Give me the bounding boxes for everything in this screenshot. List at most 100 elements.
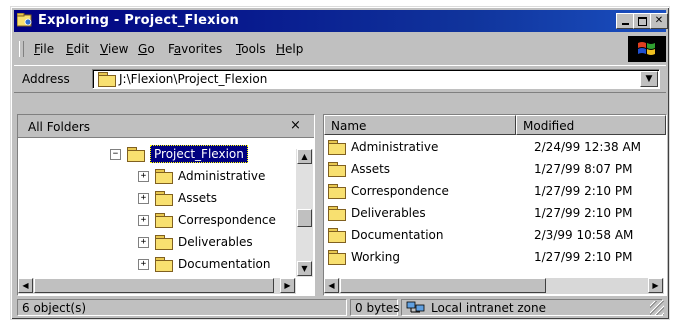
file-modified: 2/3/99 10:58 AM	[534, 228, 634, 242]
folder-icon	[155, 257, 173, 272]
window-title: Exploring - Project_Flexion	[38, 13, 239, 28]
address-label: Address	[22, 72, 70, 86]
scroll-left-button[interactable]: ◀	[18, 278, 33, 293]
list-item[interactable]: Working	[328, 247, 400, 267]
column-header-name[interactable]: Name	[324, 115, 516, 135]
file-name: Documentation	[351, 228, 444, 242]
arrow-left-icon: ◀	[22, 281, 29, 290]
tree-item-correspondence[interactable]: + Correspondence	[138, 210, 276, 230]
intranet-zone-icon	[406, 301, 425, 313]
close-pane-icon[interactable]: ×	[290, 118, 301, 133]
folder-icon	[328, 206, 346, 221]
folder-icon	[98, 72, 116, 87]
tree-item-label: Deliverables	[178, 235, 253, 249]
folders-pane: All Folders × − Project_Flexion + Admini…	[17, 114, 315, 296]
arrow-up-icon: ▲	[301, 152, 308, 161]
menu-file[interactable]: File	[34, 42, 54, 56]
menu-help[interactable]: Help	[276, 42, 303, 56]
folder-icon	[328, 140, 346, 155]
scroll-thumb[interactable]	[297, 209, 312, 227]
menu-favorites[interactable]: Favorites	[168, 42, 222, 56]
menu-tools[interactable]: Tools	[236, 42, 266, 56]
folder-icon	[328, 184, 346, 199]
tree-item-label: Project_Flexion	[150, 145, 248, 163]
expand-icon[interactable]: +	[138, 236, 149, 248]
resize-grip-icon[interactable]	[650, 301, 664, 315]
tree-item-label: Administrative	[178, 169, 266, 183]
arrow-left-icon: ◀	[328, 281, 335, 290]
arrow-right-icon: ▶	[284, 281, 291, 290]
menu-edit[interactable]: Edit	[66, 42, 89, 56]
folder-icon	[328, 162, 346, 177]
tree-item-deliverables[interactable]: + Deliverables	[138, 232, 253, 252]
tree-item-label: Documentation	[178, 257, 271, 271]
tree-item-label: Correspondence	[178, 213, 276, 227]
folders-vertical-scrollbar[interactable]: ▲ ▼	[296, 149, 313, 277]
folder-icon	[155, 191, 173, 206]
status-bar: 6 object(s) 0 bytes Local intranet zone	[14, 299, 666, 317]
folder-icon	[155, 213, 173, 228]
status-zone-label: Local intranet zone	[431, 300, 546, 315]
arrow-right-icon: ▶	[652, 281, 659, 290]
maximize-button[interactable]	[633, 13, 651, 29]
expand-icon[interactable]: +	[138, 192, 149, 204]
tree-item-documentation[interactable]: + Documentation	[138, 254, 271, 274]
list-item[interactable]: Assets	[328, 159, 390, 179]
tree-item-project-flexion[interactable]: − Project_Flexion	[110, 144, 248, 164]
collapse-icon[interactable]: −	[110, 148, 121, 160]
address-dropdown-button[interactable]: ▼	[640, 71, 658, 87]
list-item[interactable]: Deliverables	[328, 203, 426, 223]
scroll-right-button[interactable]: ▶	[648, 278, 663, 293]
file-modified: 1/27/99 2:10 PM	[534, 184, 633, 198]
scroll-right-button[interactable]: ▶	[280, 278, 295, 293]
menu-go[interactable]: Go	[138, 42, 155, 56]
file-modified: 1/27/99 2:10 PM	[534, 206, 633, 220]
pane-splitter[interactable]	[315, 114, 321, 296]
expand-icon[interactable]: +	[138, 258, 149, 270]
address-input[interactable]: J:\Flexion\Project_Flexion ▼	[92, 69, 660, 89]
list-item[interactable]: Administrative	[328, 137, 438, 157]
list-item[interactable]: Correspondence	[328, 181, 449, 201]
address-value: J:\Flexion\Project_Flexion	[119, 72, 268, 86]
folder-icon	[328, 250, 346, 265]
file-name: Administrative	[351, 140, 439, 154]
column-header-modified[interactable]: Modified	[516, 115, 666, 135]
windows-logo	[628, 36, 666, 62]
scroll-thumb[interactable]	[34, 278, 274, 293]
scroll-down-button[interactable]: ▼	[297, 261, 312, 276]
file-name: Working	[351, 250, 400, 264]
menu-view[interactable]: View	[100, 42, 128, 56]
expand-icon[interactable]: +	[138, 170, 149, 182]
menu-bar: File Edit View Go Favorites Tools Help	[14, 38, 666, 60]
chevron-down-icon: ▼	[645, 74, 653, 84]
close-icon: ✕	[654, 15, 664, 26]
tree-item-assets[interactable]: + Assets	[138, 188, 217, 208]
menu-grip[interactable]	[19, 41, 24, 57]
status-object-count: 6 object(s)	[17, 299, 347, 316]
expand-icon[interactable]: +	[138, 214, 149, 226]
list-horizontal-scrollbar[interactable]: ◀ ▶	[324, 278, 664, 294]
file-name: Deliverables	[351, 206, 426, 220]
tree-item-administrative[interactable]: + Administrative	[138, 166, 265, 186]
scroll-thumb[interactable]	[340, 278, 546, 293]
scroll-left-button[interactable]: ◀	[324, 278, 339, 293]
folder-open-icon	[127, 147, 145, 162]
explorer-window: Exploring - Project_Flexion ✕ File Edit …	[10, 6, 670, 320]
minimize-button[interactable]	[616, 13, 634, 29]
status-size: 0 bytes	[350, 299, 400, 316]
file-modified: 2/24/99 12:38 AM	[534, 140, 642, 154]
title-bar[interactable]: Exploring - Project_Flexion ✕	[14, 10, 668, 32]
list-item[interactable]: Documentation	[328, 225, 444, 245]
file-name: Correspondence	[351, 184, 449, 198]
folder-icon	[328, 228, 346, 243]
status-zone: Local intranet zone	[401, 299, 663, 316]
maximize-icon	[637, 16, 647, 26]
file-modified: 1/27/99 2:10 PM	[534, 250, 633, 264]
explorer-icon	[17, 13, 32, 27]
tree-item-label: Assets	[178, 191, 218, 205]
file-list-pane: Name Modified Administrative 2/24/99 12:…	[323, 114, 667, 296]
folders-horizontal-scrollbar[interactable]: ◀ ▶	[18, 278, 296, 294]
scroll-up-button[interactable]: ▲	[297, 149, 312, 164]
file-modified: 1/27/99 8:07 PM	[534, 162, 633, 176]
close-button[interactable]: ✕	[650, 13, 668, 29]
